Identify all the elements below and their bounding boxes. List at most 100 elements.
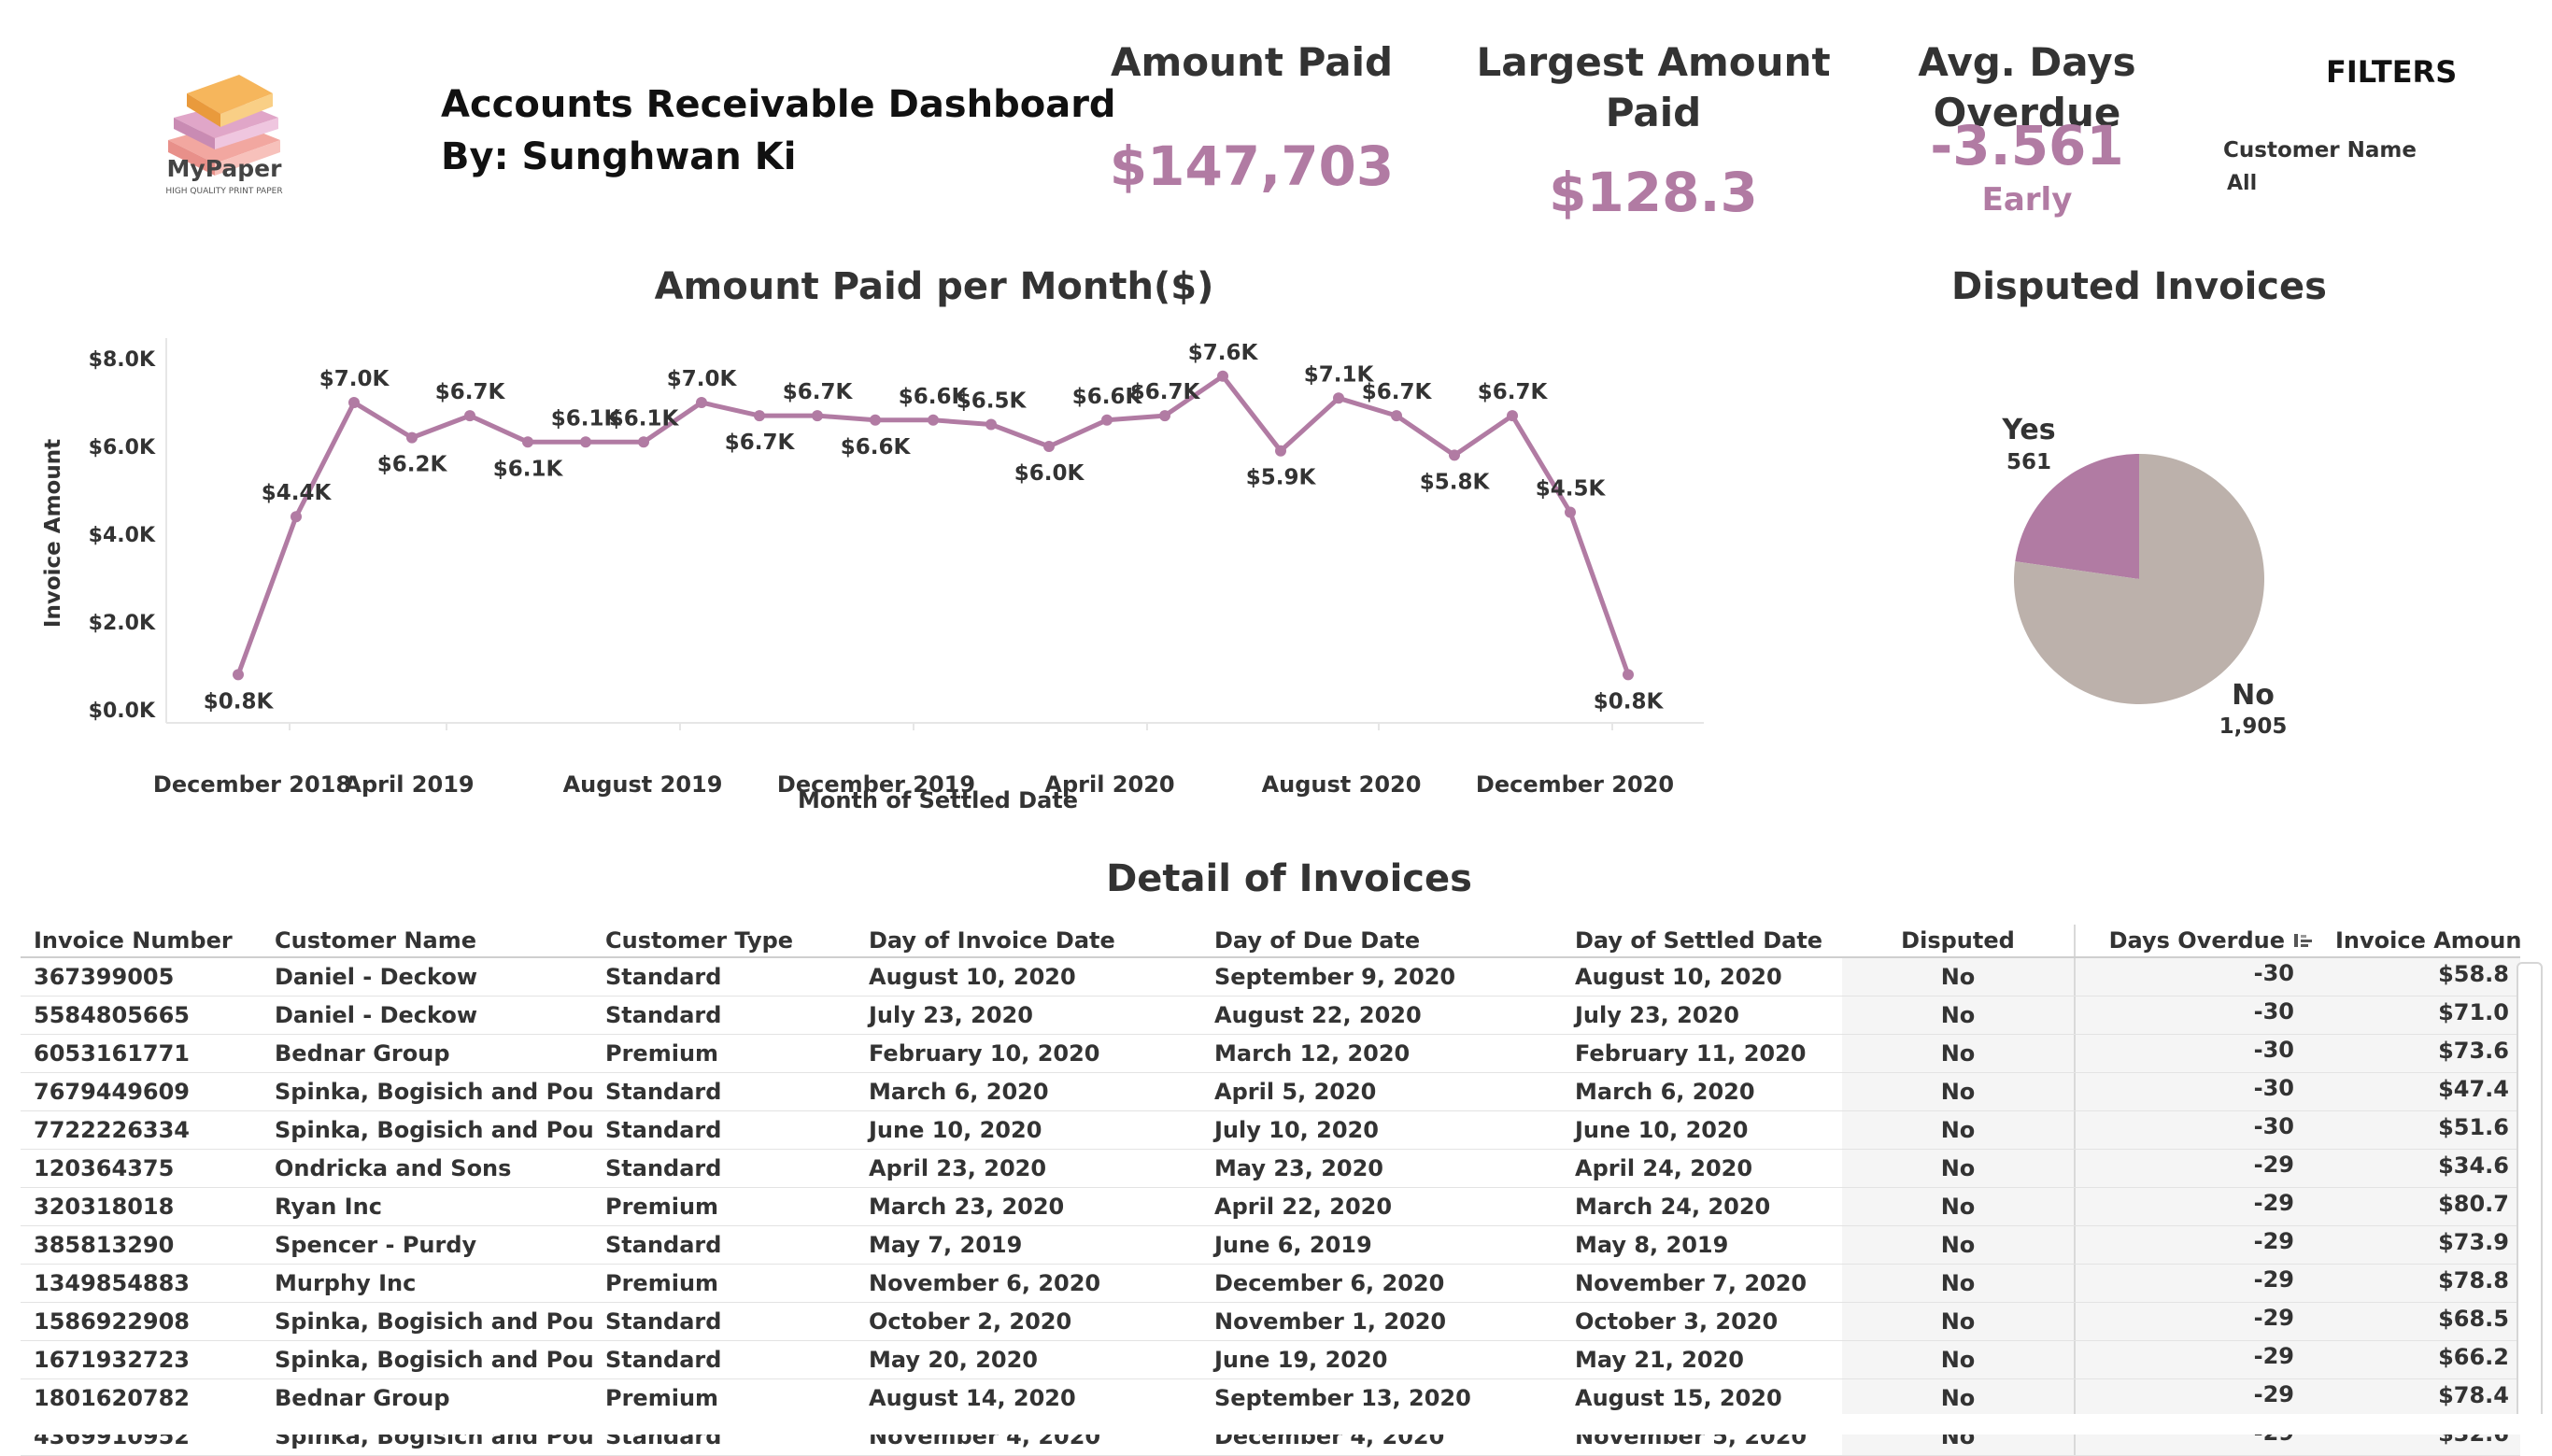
data-label: $6.2K bbox=[377, 453, 448, 477]
cell-settled-date: July 23, 2020 bbox=[1575, 1002, 1739, 1028]
table-row[interactable]: 367399005 Daniel - Deckow Standard August 1… bbox=[21, 958, 2520, 997]
cell-days-overdue: -30 bbox=[2074, 1111, 2322, 1149]
col-header-disputed[interactable]: Disputed bbox=[1842, 925, 2074, 956]
customer-filter-select[interactable]: All bbox=[2227, 172, 2257, 195]
data-label: $6.0K bbox=[1014, 461, 1085, 486]
table-body: 367399005 Daniel - Deckow Standard August 1… bbox=[21, 958, 2520, 1456]
cell-disputed: No bbox=[1842, 1073, 2074, 1110]
table-row[interactable]: 1586922908 Spinka, Bogisich and Pouros Sta… bbox=[21, 1303, 2520, 1341]
table-row[interactable]: 7722226334 Spinka, Bogisich and Pouros Sta… bbox=[21, 1111, 2520, 1150]
cell-days-overdue: -29 bbox=[2074, 1341, 2322, 1378]
cell-invoice-amount: $58.8 bbox=[2322, 958, 2520, 996]
data-point bbox=[406, 431, 418, 444]
cell-settled-date: November 7, 2020 bbox=[1575, 1270, 1808, 1296]
data-point bbox=[233, 669, 244, 681]
cell-settled-date: August 10, 2020 bbox=[1575, 964, 1782, 990]
data-label: $6.7K bbox=[1130, 380, 1201, 404]
table-row[interactable]: 1671932723 Spinka, Bogisich and Pouros Sta… bbox=[21, 1341, 2520, 1379]
kpi-largest-label: Largest Amount Paid bbox=[1457, 37, 1850, 138]
dashboard-title-line1: Accounts Receivable Dashboard bbox=[441, 83, 1116, 126]
data-point bbox=[464, 410, 475, 422]
line-chart-title: Amount Paid per Month($) bbox=[654, 265, 1214, 308]
table-row[interactable]: 1801620782 Bednar Group Premium August 14, … bbox=[21, 1379, 2520, 1418]
table-scrollbar[interactable] bbox=[2517, 962, 2543, 1429]
cell-invoice-date: August 10, 2020 bbox=[869, 964, 1076, 990]
col-header-days-overdue[interactable]: Days Overdue bbox=[2074, 925, 2322, 956]
cell-days-overdue: -30 bbox=[2074, 1035, 2322, 1072]
pie-label-yes: Yes bbox=[2001, 414, 2055, 446]
x-axis-title: Month of Settled Date bbox=[798, 787, 1078, 813]
col-header-settled-date[interactable]: Day of Settled Date bbox=[1562, 925, 1842, 956]
cell-invoice-amount: $71.0 bbox=[2322, 997, 2520, 1034]
table-row[interactable]: 6053161771 Bednar Group Premium February 10… bbox=[21, 1035, 2520, 1073]
cell-settled-date: May 21, 2020 bbox=[1575, 1347, 1745, 1373]
cell-invoice-number: 1671932723 bbox=[34, 1347, 190, 1373]
cell-invoice-date: March 6, 2020 bbox=[869, 1079, 1049, 1105]
cell-customer-name: Ondricka and Sons bbox=[275, 1155, 512, 1181]
col-header-customer-name[interactable]: Customer Name bbox=[262, 925, 592, 956]
data-point bbox=[1159, 410, 1170, 422]
cell-due-date: July 10, 2020 bbox=[1214, 1117, 1379, 1143]
table-title: Detail of Invoices bbox=[1106, 857, 1472, 900]
data-label: $5.8K bbox=[1420, 470, 1491, 494]
cell-customer-type: Standard bbox=[605, 1079, 722, 1105]
cell-invoice-date: February 10, 2020 bbox=[869, 1040, 1100, 1067]
data-label: $6.7K bbox=[435, 380, 506, 404]
col-header-due-date[interactable]: Day of Due Date bbox=[1201, 925, 1562, 956]
data-label: $7.0K bbox=[667, 367, 738, 391]
cell-disputed: No bbox=[1842, 1265, 2074, 1302]
cell-disputed: No bbox=[1842, 1303, 2074, 1340]
cell-invoice-amount: $78.8 bbox=[2322, 1265, 2520, 1302]
x-tick-label: April 2019 bbox=[344, 771, 474, 798]
cell-customer-type: Premium bbox=[605, 1194, 719, 1220]
table-row[interactable]: 320318018 Ryan Inc Premium March 23, 2020 Ap… bbox=[21, 1188, 2520, 1226]
data-label: $4.4K bbox=[262, 481, 333, 505]
cell-due-date: September 13, 2020 bbox=[1214, 1385, 1471, 1411]
cell-customer-name: Spinka, Bogisich and Pouros bbox=[275, 1347, 592, 1373]
data-point bbox=[985, 418, 997, 431]
cell-days-overdue: -30 bbox=[2074, 997, 2322, 1034]
col-header-invoice-amount[interactable]: Invoice Amount bbox=[2322, 925, 2520, 956]
cell-customer-type: Standard bbox=[605, 1347, 722, 1373]
amount-paid-line-chart[interactable]: $0.0K $2.0K $4.0K $6.0K $8.0K December 2018Ap… bbox=[0, 308, 1737, 831]
cell-invoice-number: 385813290 bbox=[34, 1232, 175, 1258]
cell-customer-type: Premium bbox=[605, 1040, 719, 1067]
col-header-invoice-date[interactable]: Day of Invoice Date bbox=[856, 925, 1201, 956]
kpi-amount-paid-value: $147,703 bbox=[1109, 134, 1395, 198]
table-row[interactable]: 385813290 Spencer - Purdy Standard May 7, 2… bbox=[21, 1226, 2520, 1265]
cell-disputed: No bbox=[1842, 1226, 2074, 1264]
cell-invoice-amount: $73.6 bbox=[2322, 1035, 2520, 1072]
table-row[interactable]: 1349854883 Murphy Inc Premium November 6, 2… bbox=[21, 1265, 2520, 1303]
table-row[interactable]: 7679449609 Spinka, Bogisich and Pouros Sta… bbox=[21, 1073, 2520, 1111]
cell-invoice-date: May 7, 2019 bbox=[869, 1232, 1023, 1258]
table-row[interactable]: 5584805665 Daniel - Deckow Standard July 23… bbox=[21, 997, 2520, 1035]
kpi-largest-label-line1: Largest Amount bbox=[1476, 39, 1831, 85]
y-tick-label: $2.0K bbox=[89, 612, 156, 635]
data-point bbox=[638, 436, 649, 448]
table-row[interactable]: 120364375 Ondricka and Sons Standard April … bbox=[21, 1150, 2520, 1188]
x-tick-label: December 2020 bbox=[1476, 771, 1674, 798]
table-clip-edge bbox=[0, 1414, 2552, 1435]
data-label: $7.0K bbox=[319, 367, 390, 391]
cell-customer-name: Spinka, Bogisich and Pouros bbox=[275, 1079, 592, 1105]
col-header-customer-type[interactable]: Customer Type bbox=[592, 925, 856, 956]
dashboard-title: Accounts Receivable Dashboard By: Sunghw… bbox=[441, 78, 1116, 183]
kpi-amount-paid-label: Amount Paid bbox=[1110, 39, 1394, 85]
cell-invoice-amount: $34.6 bbox=[2322, 1150, 2520, 1187]
kpi-avg-days-value: -3.561 bbox=[1930, 114, 2124, 177]
cell-due-date: August 22, 2020 bbox=[1214, 1002, 1422, 1028]
disputed-pie-chart[interactable]: Yes 561 No1,905 bbox=[1962, 392, 2410, 766]
data-label: $7.6K bbox=[1188, 341, 1259, 365]
sort-icon[interactable] bbox=[2292, 932, 2313, 951]
data-point bbox=[522, 436, 533, 448]
cell-customer-name: Ryan Inc bbox=[275, 1194, 382, 1220]
data-label: $4.5K bbox=[1536, 477, 1607, 502]
col-header-invoice-number[interactable]: Invoice Number bbox=[21, 925, 262, 956]
cell-days-overdue: -29 bbox=[2074, 1150, 2322, 1187]
cell-settled-date: August 15, 2020 bbox=[1575, 1385, 1782, 1411]
x-tick-label: August 2020 bbox=[1262, 771, 1422, 798]
data-label: $6.5K bbox=[957, 389, 1028, 414]
cell-due-date: June 19, 2020 bbox=[1214, 1347, 1388, 1373]
cell-customer-type: Standard bbox=[605, 1002, 722, 1028]
books-logo-icon bbox=[168, 75, 280, 176]
